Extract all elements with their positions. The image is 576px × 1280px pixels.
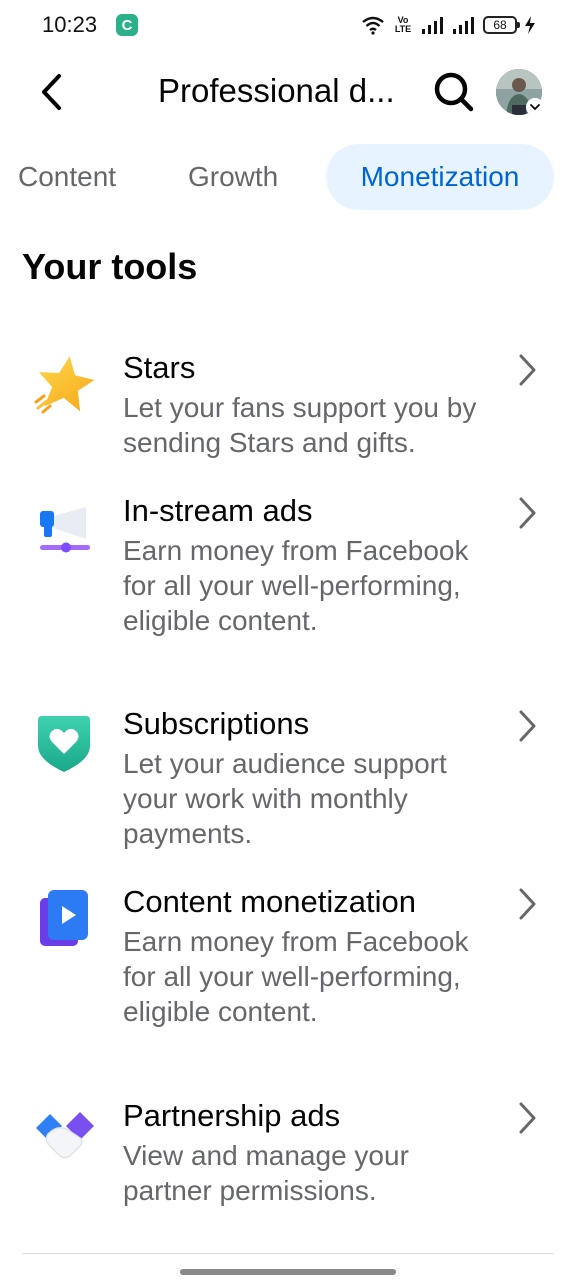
- chevron-right-icon: [510, 884, 544, 924]
- tool-description: Let your fans support you by sending Sta…: [123, 392, 477, 458]
- play-card-icon: [28, 884, 100, 956]
- page-title: Professional d...: [158, 72, 395, 109]
- chevron-right-icon: [510, 493, 544, 533]
- tool-description: Earn money from Facebook for all your we…: [123, 535, 469, 636]
- home-indicator[interactable]: [180, 1269, 396, 1275]
- chevron-down-icon: [530, 104, 540, 111]
- back-arrow-icon: [42, 74, 61, 110]
- tool-description: Let your audience support your work with…: [123, 748, 447, 849]
- search-button[interactable]: [430, 68, 478, 116]
- tool-in-stream-ads[interactable]: In-stream ads Earn money from Facebook f…: [0, 493, 576, 673]
- tab-growth[interactable]: Growth: [188, 144, 278, 210]
- star-icon: [28, 350, 100, 422]
- tool-title: Content monetization: [123, 884, 416, 919]
- tool-subscriptions[interactable]: Subscriptions Let your audience support …: [0, 706, 576, 851]
- top-app-bar: Professional d...: [0, 60, 576, 124]
- chevron-right-icon: [510, 706, 544, 746]
- signal-icon-sim1: [422, 17, 443, 34]
- megaphone-icon: [28, 493, 100, 565]
- app-notification-icon: C: [116, 14, 138, 36]
- chevron-right-icon: [510, 350, 544, 390]
- charging-icon: [525, 16, 535, 34]
- tool-title: Stars: [123, 350, 196, 385]
- tab-content[interactable]: Content: [18, 144, 116, 210]
- signal-icon-sim2: [453, 17, 474, 34]
- tool-title: Subscriptions: [123, 706, 310, 741]
- tool-description: View and manage your partner permissions…: [123, 1140, 409, 1206]
- search-icon: [434, 72, 474, 112]
- chevron-right-icon: [510, 1098, 544, 1138]
- handshake-icon: [28, 1098, 100, 1170]
- account-switcher-button[interactable]: [526, 98, 544, 116]
- tool-description: Earn money from Facebook for all your we…: [123, 926, 469, 1027]
- status-icons: Vo LTE 68: [361, 12, 536, 38]
- tool-partnership-ads[interactable]: Partnership ads View and manage your par…: [0, 1098, 576, 1208]
- heart-shield-icon: [28, 706, 100, 778]
- section-title: Your tools: [22, 246, 198, 287]
- tool-title: Partnership ads: [123, 1098, 341, 1133]
- tool-title: In-stream ads: [123, 493, 313, 528]
- status-bar: 10:23 C Vo LTE 68: [0, 0, 576, 50]
- tool-content-monetization[interactable]: Content monetization Earn money from Fac…: [0, 884, 576, 1064]
- battery-icon: 68: [483, 16, 520, 34]
- status-time: 10:23: [42, 12, 98, 37]
- volte-label: Vo LTE: [394, 15, 412, 34]
- divider: [22, 1253, 554, 1254]
- tab-bar: Content Growth Monetization: [0, 144, 576, 210]
- tool-stars[interactable]: Stars Let your fans support you by sendi…: [0, 350, 576, 460]
- wifi-icon: [362, 16, 384, 35]
- tab-monetization[interactable]: Monetization: [326, 144, 554, 210]
- back-button[interactable]: [30, 68, 74, 116]
